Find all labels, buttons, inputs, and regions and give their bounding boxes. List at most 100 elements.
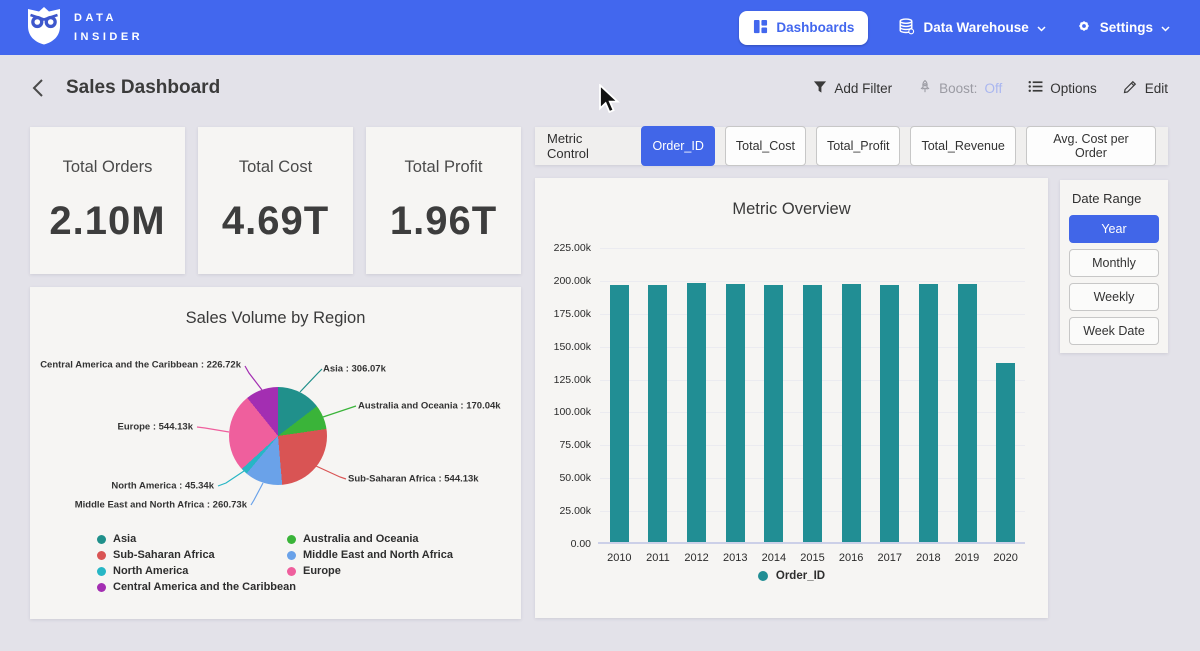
date-range-option-weekly[interactable]: Weekly <box>1069 283 1159 311</box>
legend-dot <box>97 583 106 592</box>
legend-dot <box>758 571 768 581</box>
pencil-icon <box>1123 79 1138 97</box>
kpi-label: Total Orders <box>63 158 153 177</box>
legend-label: Central America and the Caribbean <box>113 581 296 593</box>
metric-option-total-profit[interactable]: Total_Profit <box>816 126 901 166</box>
brand-line-1: DATA <box>74 9 143 27</box>
data-warehouse-label: Data Warehouse <box>923 20 1028 35</box>
y-tick-label: 150.00k <box>535 341 591 353</box>
y-tick-label: 175.00k <box>535 308 591 320</box>
y-tick-label: 75.00k <box>535 439 591 451</box>
list-icon <box>1028 80 1043 96</box>
pie-chart[interactable] <box>229 387 327 485</box>
data-warehouse-menu[interactable]: Data Warehouse <box>898 18 1045 38</box>
rocket-icon <box>918 79 932 97</box>
x-tick-label: 2018 <box>908 552 948 564</box>
pie-label-middle-east-and-north-africa: Middle East and North Africa : 260.73k <box>75 500 247 511</box>
kpi-label: Total Profit <box>405 158 483 177</box>
pie-legend-sub-saharan-africa[interactable]: Sub-Saharan Africa <box>97 549 215 561</box>
options-label: Options <box>1050 81 1097 96</box>
pie-legend-australia-and-oceania[interactable]: Australia and Oceania <box>287 533 419 545</box>
metric-option-total-cost[interactable]: Total_Cost <box>725 126 806 166</box>
bar-2017[interactable] <box>880 285 899 542</box>
metric-control-label: Metric Control <box>547 131 627 161</box>
x-tick-label: 2013 <box>715 552 755 564</box>
brand-line-2: INSIDER <box>74 28 143 46</box>
owl-logo-icon <box>26 6 62 50</box>
add-filter-button[interactable]: Add Filter <box>813 80 892 97</box>
legend-label: Sub-Saharan Africa <box>113 549 215 561</box>
edit-label: Edit <box>1145 81 1168 96</box>
y-tick-label: 225.00k <box>535 242 591 254</box>
x-tick-label: 2020 <box>986 552 1026 564</box>
bar-2010[interactable] <box>610 285 629 542</box>
legend-label: Middle East and North Africa <box>303 549 453 561</box>
dashboards-button[interactable]: Dashboards <box>739 11 868 45</box>
bar-2013[interactable] <box>726 284 745 542</box>
pie-legend-middle-east-and-north-africa[interactable]: Middle East and North Africa <box>287 549 453 561</box>
legend-dot <box>97 551 106 560</box>
y-tick-label: 100.00k <box>535 406 591 418</box>
date-range-panel: Date Range Year Monthly Weekly Week Date <box>1060 180 1168 353</box>
y-tick-label: 125.00k <box>535 374 591 386</box>
back-button[interactable] <box>32 78 44 98</box>
pie-legend-central-america-and-the-caribbean[interactable]: Central America and the Caribbean <box>97 581 296 593</box>
metric-overview-chart-panel: Metric Overview 201020112012201320142015… <box>535 178 1048 618</box>
metric-option-total-revenue[interactable]: Total_Revenue <box>910 126 1015 166</box>
bar-2018[interactable] <box>919 284 938 542</box>
metric-option-avg-cost-per-order[interactable]: Avg. Cost per Order <box>1026 126 1156 166</box>
pie-legend-europe[interactable]: Europe <box>287 565 341 577</box>
pie-chart-title: Sales Volume by Region <box>30 309 521 328</box>
x-tick-label: 2011 <box>638 552 678 564</box>
bar-2019[interactable] <box>958 284 977 542</box>
bar-2020[interactable] <box>996 363 1015 542</box>
legend-dot <box>287 567 296 576</box>
y-tick-label: 50.00k <box>535 472 591 484</box>
pie-label-central-america-and-the-caribbean: Central America and the Caribbean : 226.… <box>40 360 241 371</box>
bar-chart-title: Metric Overview <box>535 200 1048 219</box>
brand[interactable]: DATA INSIDER <box>26 6 143 50</box>
metric-control-bar: Metric Control Order_ID Total_CostTotal_P… <box>535 127 1168 165</box>
top-navbar: DATA INSIDER Dashboards Data Warehouse <box>0 0 1200 55</box>
kpi-value: 1.96T <box>390 199 497 244</box>
bar-2011[interactable] <box>648 285 667 542</box>
bar-2014[interactable] <box>764 285 783 542</box>
kpi-value: 4.69T <box>222 199 329 244</box>
gridline <box>600 281 1025 282</box>
pie-label-sub-saharan-africa: Sub-Saharan Africa : 544.13k <box>348 474 479 485</box>
options-button[interactable]: Options <box>1028 80 1097 96</box>
x-tick-label: 2010 <box>599 552 639 564</box>
kpi-value: 2.10M <box>49 199 165 244</box>
date-range-option-year[interactable]: Year <box>1069 215 1159 243</box>
pie-label-australia-and-oceania: Australia and Oceania : 170.04k <box>358 401 501 412</box>
pie-label-europe: Europe : 544.13k <box>117 422 193 433</box>
bar-2015[interactable] <box>803 285 822 542</box>
boost-toggle[interactable]: Boost: Off <box>918 79 1002 97</box>
metric-option-order-id[interactable]: Order_ID <box>641 126 714 166</box>
x-tick-label: 2014 <box>754 552 794 564</box>
date-range-options: Year Monthly Weekly Week Date <box>1069 215 1159 345</box>
edit-button[interactable]: Edit <box>1123 79 1168 97</box>
legend-label: North America <box>113 565 188 577</box>
date-range-option-monthly[interactable]: Monthly <box>1069 249 1159 277</box>
x-tick-label: 2017 <box>870 552 910 564</box>
kpi-card-total-cost: Total Cost 4.69T <box>198 127 353 274</box>
funnel-icon <box>813 80 827 97</box>
bar-2016[interactable] <box>842 284 861 542</box>
pie-legend-north-america[interactable]: North America <box>97 565 188 577</box>
date-range-option-week-date[interactable]: Week Date <box>1069 317 1159 345</box>
x-tick-label: 2012 <box>677 552 717 564</box>
kpi-card-total-profit: Total Profit 1.96T <box>366 127 521 274</box>
bar-2012[interactable] <box>687 283 706 542</box>
boost-state: Off <box>984 81 1002 96</box>
pie-legend-asia[interactable]: Asia <box>97 533 136 545</box>
x-tick-label: 2019 <box>947 552 987 564</box>
legend-dot <box>287 535 296 544</box>
date-range-label: Date Range <box>1072 191 1159 206</box>
x-axis-line <box>598 542 1025 544</box>
bar-chart-legend[interactable]: Order_ID <box>535 570 1048 582</box>
chevron-down-icon <box>1161 20 1170 35</box>
settings-menu[interactable]: Settings <box>1076 18 1170 37</box>
legend-dot <box>97 535 106 544</box>
settings-label: Settings <box>1100 20 1153 35</box>
